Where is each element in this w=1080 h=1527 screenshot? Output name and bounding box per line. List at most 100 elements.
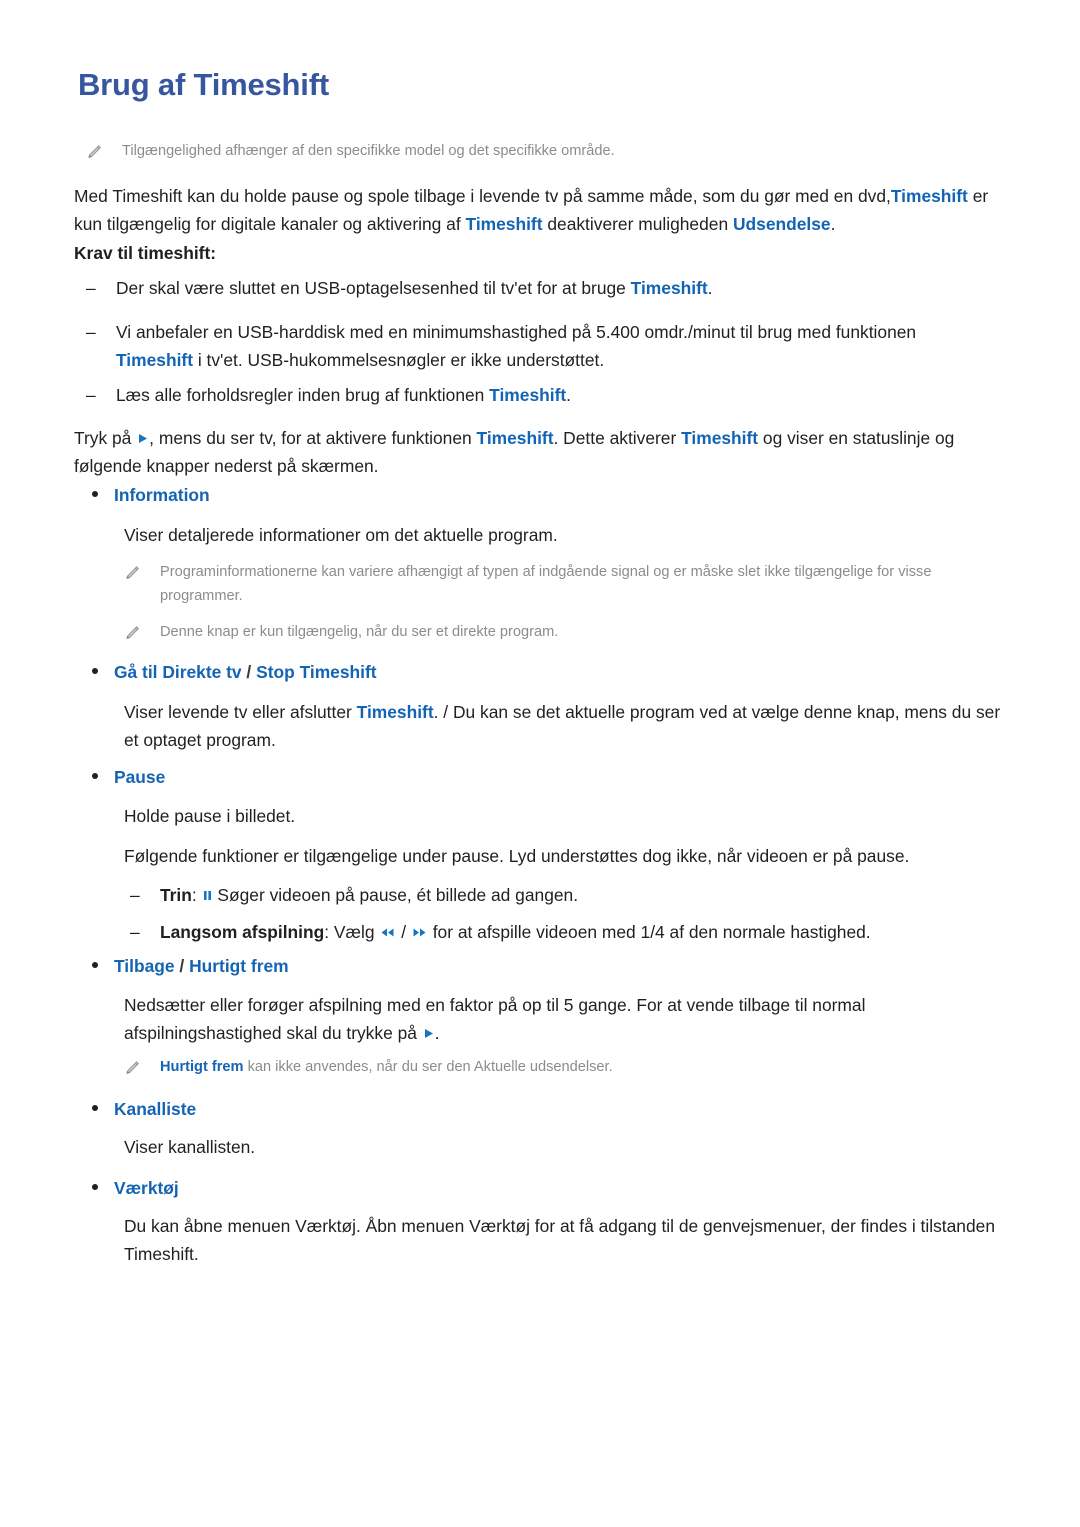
pencil-note-icon xyxy=(124,565,140,582)
information-note-1-text: Programinformationerne kan variere afhæn… xyxy=(160,564,932,604)
rewind-body-a: Nedsætter eller forøger afspilning med e… xyxy=(124,995,866,1044)
requirement-link-3[interactable]: Timeshift xyxy=(489,385,566,405)
section-label-group: Gå til Direkte tv / Stop Timeshift xyxy=(114,659,377,685)
section-heading-vaerktoej[interactable]: Værktøj xyxy=(92,1175,492,1201)
intro-link-udsendelse[interactable]: Udsendelse xyxy=(733,214,831,234)
activation-text-c: . Dette aktiverer xyxy=(553,428,682,448)
information-note-2: Denne knap er kun tilgængelig, når du se… xyxy=(124,621,1014,645)
activation-link-1[interactable]: Timeshift xyxy=(477,428,554,448)
bullet-marker xyxy=(92,764,114,790)
section-label-go-to-live-tv[interactable]: Gå til Direkte tv xyxy=(114,662,242,682)
pause-sub-item-trin: – Trin: Søger videoen på pause, ét bille… xyxy=(130,881,1010,909)
section-body-go-to-live-tv: Viser levende tv eller afslutter Timeshi… xyxy=(124,698,1009,754)
section-label-group: Tilbage / Hurtigt frem xyxy=(114,953,289,979)
bullet-marker xyxy=(92,1096,114,1122)
intro-line2-b: deaktiverer muligheden xyxy=(542,214,733,235)
rewind-note-rest: kan ikke anvendes, når du ser den Aktuel… xyxy=(243,1059,613,1075)
section-heading-pause[interactable]: Pause xyxy=(92,764,492,790)
section-label-pause: Pause xyxy=(114,767,166,787)
label-separator: / xyxy=(246,662,252,682)
bullet-marker xyxy=(92,659,114,685)
pencil-note-icon xyxy=(124,1060,140,1077)
section-heading-go-to-live-tv[interactable]: Gå til Direkte tv / Stop Timeshift xyxy=(92,659,792,685)
section-body-vaerktoej: Du kan åbne menuen Værktøj. Åbn menuen V… xyxy=(124,1216,995,1265)
requirement-item-2: – Vi anbefaler en USB-harddisk med en mi… xyxy=(86,318,991,374)
go-to-live-tv-link[interactable]: Timeshift xyxy=(357,702,434,722)
intro-link-timeshift-2[interactable]: Timeshift xyxy=(466,214,543,234)
information-note-2-text: Denne knap er kun tilgængelig, når du se… xyxy=(160,624,559,640)
requirement-text-2-b: i tv'et. USB-hukommelsesnøgler er ikke u… xyxy=(192,350,605,371)
section-body-rewind-fast-forward: Nedsætter eller forøger afspilning med e… xyxy=(124,991,1014,1047)
play-icon xyxy=(136,432,149,445)
bullet-marker xyxy=(92,953,114,979)
trin-label: Trin xyxy=(160,885,192,905)
intro-paragraph: Med Timeshift kan du holde pause og spol… xyxy=(74,182,1004,238)
pause-sub-item-langsom-text: Langsom afspilning: Vælg / for at afspil… xyxy=(160,918,1020,946)
dash-marker: – xyxy=(86,322,96,342)
trin-text: Søger videoen på pause, ét billede ad ga… xyxy=(212,885,579,905)
requirement-text-3-a: Læs alle forholdsregler inden brug af fu… xyxy=(116,385,490,405)
pause-icon xyxy=(202,889,213,902)
play-icon xyxy=(422,1027,435,1040)
requirement-item-3: – Læs alle forholdsregler inden brug af … xyxy=(86,381,986,409)
dash-marker: – xyxy=(130,885,140,905)
document-page: Brug af Timeshift Tilgængelighed afhænge… xyxy=(0,0,1080,1527)
section-label-tilbage[interactable]: Tilbage xyxy=(114,956,175,976)
fast-forward-icon xyxy=(411,926,428,939)
dash-marker: – xyxy=(130,922,140,942)
section-body-information: Viser detaljerede informationer om det a… xyxy=(124,525,558,545)
section-body-kanalliste: Viser kanallisten. xyxy=(124,1137,256,1157)
requirement-text-2: Vi anbefaler en USB-harddisk med en mini… xyxy=(116,318,991,374)
dash-marker: – xyxy=(86,385,96,405)
section-label-vaerktoej: Værktøj xyxy=(114,1178,179,1198)
requirements-heading: Krav til timeshift: xyxy=(74,243,217,263)
pencil-note-icon xyxy=(124,625,140,642)
activation-text-b: , mens du ser tv, for at aktivere funkti… xyxy=(149,428,477,448)
section-body-pause: Holde pause i billedet. xyxy=(124,806,296,826)
bullet-marker xyxy=(92,1175,114,1201)
requirement-text-1-a: Der skal være sluttet en USB-optagelsese… xyxy=(116,278,631,298)
dash-marker: – xyxy=(86,278,96,298)
section-heading-information[interactable]: Information xyxy=(92,482,592,508)
requirement-text-1-b: . xyxy=(707,278,713,298)
availability-note: Tilgængelighed afhænger af den specifikk… xyxy=(86,140,986,164)
rewind-body-b: . xyxy=(434,1023,440,1044)
activation-link-2[interactable]: Timeshift xyxy=(681,428,758,448)
rewind-note: Hurtigt frem kan ikke anvendes, når du s… xyxy=(124,1056,1014,1080)
section-label-stop-timeshift[interactable]: Stop Timeshift xyxy=(256,662,376,682)
intro-line2-c: . xyxy=(830,214,836,235)
activation-text-a: Tryk på xyxy=(74,428,137,448)
pause-sub-item-trin-text: Trin: Søger videoen på pause, ét billede… xyxy=(160,881,1010,909)
label-separator: / xyxy=(179,956,185,976)
availability-note-text: Tilgængelighed afhænger af den specifikk… xyxy=(122,143,615,159)
section-heading-rewind-fast-forward[interactable]: Tilbage / Hurtigt frem xyxy=(92,953,692,979)
activation-paragraph: Tryk på , mens du ser tv, for at aktiver… xyxy=(74,424,1009,480)
section-body-pause-2: Følgende funktioner er tilgængelige unde… xyxy=(124,846,910,866)
intro-line1: Med Timeshift kan du holde pause og spol… xyxy=(74,186,891,206)
requirement-link-2[interactable]: Timeshift xyxy=(116,350,193,370)
rewind-icon xyxy=(379,926,396,939)
intro-link-timeshift-1[interactable]: Timeshift xyxy=(891,186,968,206)
langsom-after-label: : Vælg xyxy=(324,922,380,942)
langsom-text: for at afspille videoen med 1/4 af den n… xyxy=(427,922,871,942)
trin-after-label: : xyxy=(191,885,202,905)
section-label-hurtigt-frem[interactable]: Hurtigt frem xyxy=(189,956,289,976)
requirement-text-1: Der skal være sluttet en USB-optagelsese… xyxy=(116,274,986,302)
requirement-item-1: – Der skal være sluttet en USB-optagelse… xyxy=(86,274,986,302)
information-note-1: Programinformationerne kan variere afhæn… xyxy=(124,561,1014,608)
requirement-text-3: Læs alle forholdsregler inden brug af fu… xyxy=(116,381,986,409)
section-label-kanalliste: Kanalliste xyxy=(114,1099,197,1119)
pause-sub-item-langsom: – Langsom afspilning: Vælg / for at afsp… xyxy=(130,918,1020,946)
requirement-text-2-a: Vi anbefaler en USB-harddisk med en mini… xyxy=(116,322,917,342)
section-label-information: Information xyxy=(114,485,210,505)
section-heading-kanalliste[interactable]: Kanalliste xyxy=(92,1096,492,1122)
requirement-link-1[interactable]: Timeshift xyxy=(631,278,708,298)
page-title: Brug af Timeshift xyxy=(78,67,329,102)
requirement-text-3-b: . xyxy=(566,385,571,405)
go-to-live-tv-body-a: Viser levende tv eller afslutter xyxy=(124,702,357,722)
rewind-note-link[interactable]: Hurtigt frem xyxy=(160,1059,244,1075)
bullet-marker xyxy=(92,482,114,508)
langsom-slash: / xyxy=(396,922,411,942)
pencil-note-icon xyxy=(86,144,102,161)
rewind-note-text: Hurtigt frem kan ikke anvendes, når du s… xyxy=(160,1056,613,1080)
